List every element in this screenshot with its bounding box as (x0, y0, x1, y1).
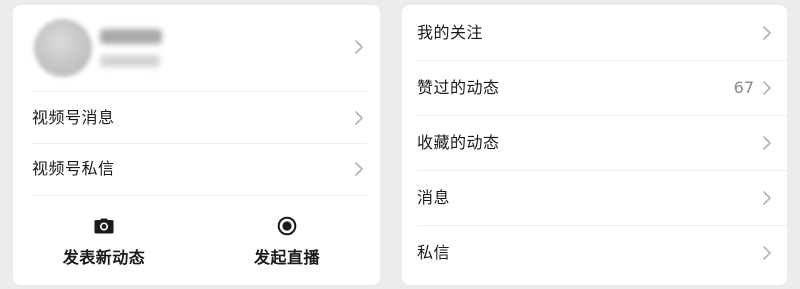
menu-item-channels-private-messages[interactable]: 视频号私信 (13, 144, 380, 195)
chevron-right-icon (353, 111, 365, 125)
start-live-button[interactable]: 发起直播 (227, 216, 347, 268)
profile-row[interactable] (13, 5, 380, 91)
divider (32, 195, 367, 196)
chevron-right-icon (353, 40, 365, 54)
menu-item-label: 收藏的动态 (417, 133, 500, 152)
chevron-right-icon (353, 162, 365, 176)
menu-item-label: 赞过的动态 (417, 78, 500, 97)
profile-card: 视频号消息 视频号私信 发表新动态 发起直播 (13, 5, 380, 285)
chevron-right-icon (761, 26, 773, 40)
chevron-right-icon (761, 246, 773, 260)
menu-item-favorited-moments[interactable]: 收藏的动态 (402, 115, 787, 170)
menu-item-label: 视频号消息 (32, 108, 115, 127)
profile-subtitle-blurred (100, 55, 160, 67)
chevron-right-icon (761, 81, 773, 95)
post-new-moment-label: 发表新动态 (62, 248, 146, 267)
menu-item-private-messages[interactable]: 私信 (402, 225, 787, 280)
menu-item-label: 消息 (417, 188, 451, 207)
menu-item-label: 我的关注 (417, 23, 484, 42)
menu-item-following[interactable]: 我的关注 (402, 5, 787, 60)
chevron-right-icon (761, 136, 773, 150)
me-menu-card: 我的关注 赞过的动态 67 收藏的动态 消息 私信 (402, 5, 787, 285)
camera-icon (44, 216, 164, 236)
chevron-right-icon (761, 191, 773, 205)
menu-item-label: 视频号私信 (32, 159, 115, 178)
start-live-label: 发起直播 (253, 248, 320, 267)
menu-item-channels-messages[interactable]: 视频号消息 (13, 92, 380, 143)
post-new-moment-button[interactable]: 发表新动态 (44, 216, 164, 268)
menu-item-messages[interactable]: 消息 (402, 170, 787, 225)
menu-item-label: 私信 (417, 243, 451, 262)
live-record-icon (227, 216, 347, 236)
avatar (34, 19, 92, 77)
menu-item-liked-moments[interactable]: 赞过的动态 67 (402, 60, 787, 115)
profile-name-blurred (100, 29, 162, 44)
liked-count: 67 (733, 78, 754, 97)
